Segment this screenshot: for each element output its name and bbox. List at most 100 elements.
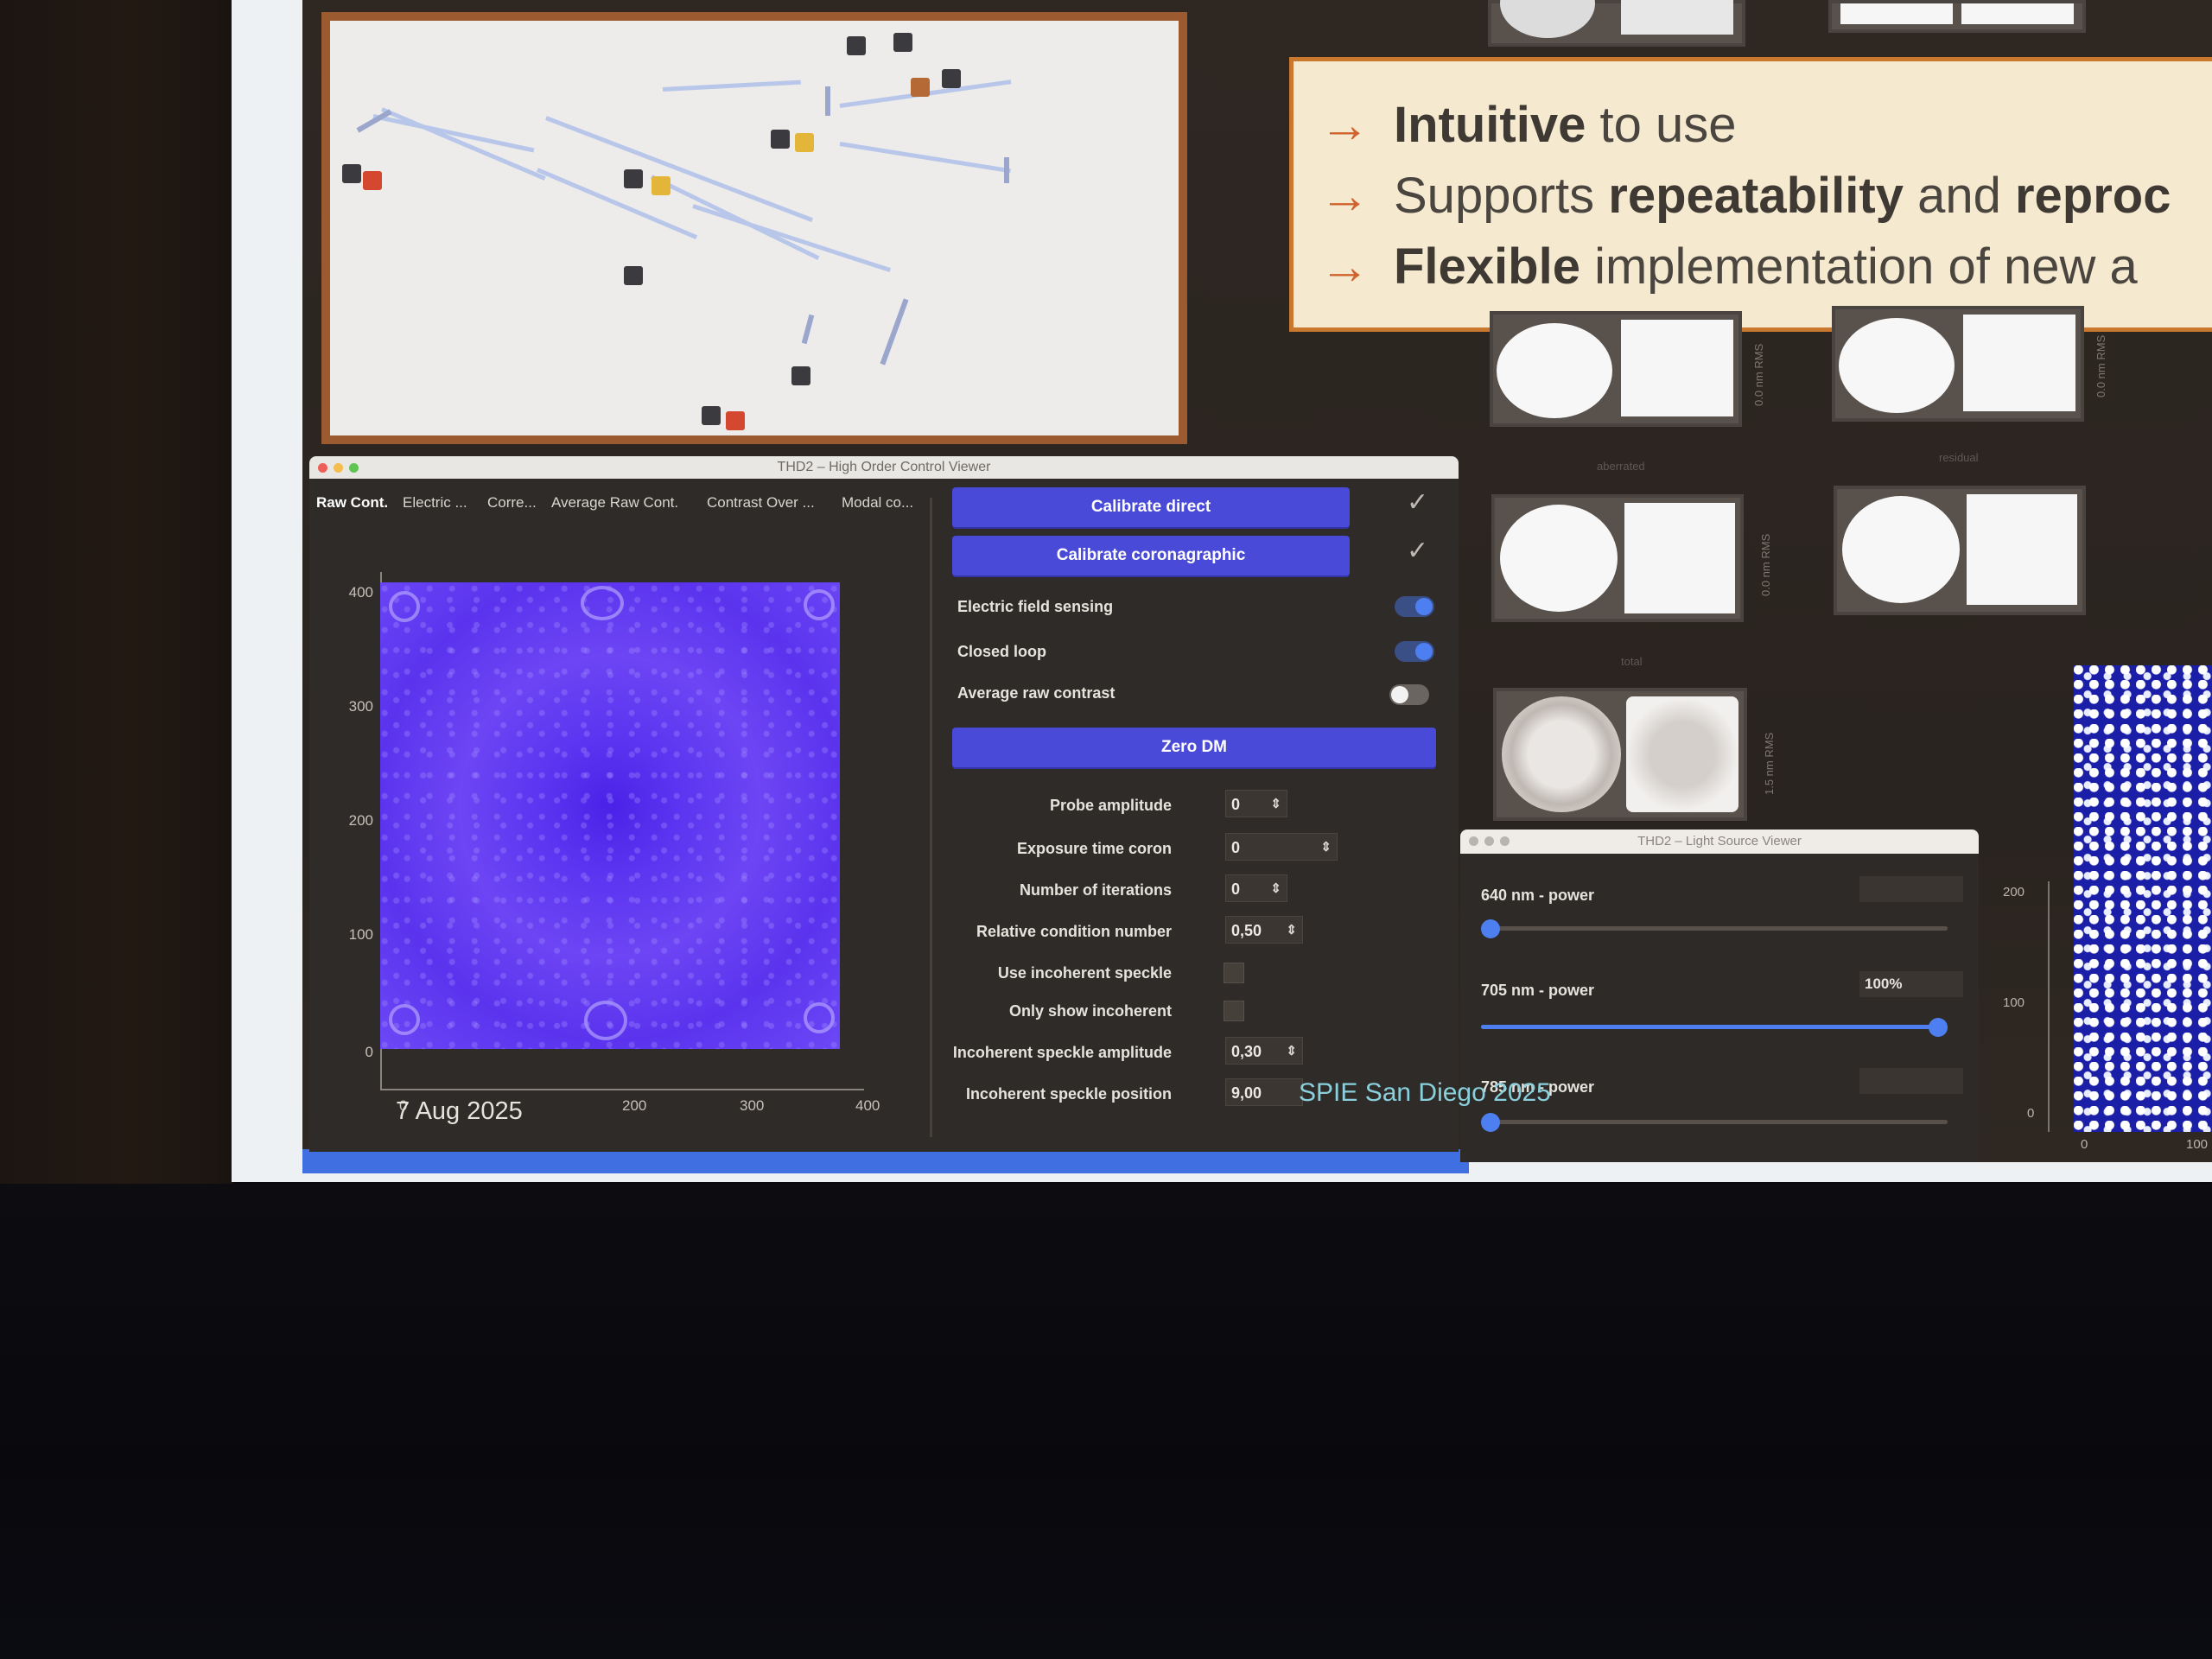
- x-tick-label: 300: [740, 1097, 765, 1114]
- use-incoherent-speckle-checkbox[interactable]: [1224, 963, 1244, 983]
- incoherent-speckle-amplitude-input[interactable]: 0,30 ⇕: [1225, 1037, 1303, 1065]
- param-label: Exposure time coron: [1016, 840, 1172, 857]
- rms-label: 1.5 nm RMS: [1763, 732, 1776, 795]
- high-order-control-viewer: THD2 – High Order Control Viewer Raw Con…: [309, 456, 1459, 1152]
- probe-amplitude-input[interactable]: 0 ⇕: [1225, 790, 1287, 817]
- y-tick-label: 300: [348, 698, 373, 715]
- thumbnail-pair: [1491, 494, 1744, 622]
- tab-modal-coefficients[interactable]: Modal co...: [842, 494, 913, 512]
- right-ytick: 200: [2003, 885, 2025, 899]
- slider-handle[interactable]: [1481, 1113, 1500, 1132]
- phase-image: [1961, 3, 2074, 24]
- bullet-intuitive: → Intuitive to use: [1319, 97, 1737, 153]
- phase-image: [1621, 320, 1733, 416]
- section-label: total: [1621, 655, 1643, 668]
- pupil-image: [1839, 318, 1955, 413]
- conference-watermark: SPIE San Diego 2025: [1299, 1078, 1551, 1107]
- power-value-box[interactable]: [1859, 876, 1963, 902]
- tab-contrast-over-time[interactable]: Contrast Over ...: [707, 494, 815, 512]
- electric-field-sensing-toggle[interactable]: [1395, 596, 1434, 617]
- checkbox-label: Use incoherent speckle: [997, 964, 1172, 982]
- component-block: [942, 69, 961, 88]
- pupil-image: [1500, 505, 1618, 612]
- exposure-time-coron-input[interactable]: 0 ⇕: [1225, 833, 1338, 861]
- satellite-spot: [581, 586, 624, 620]
- rms-label: 0.0 nm RMS: [2094, 334, 2107, 397]
- contrast-image[interactable]: [380, 582, 840, 1049]
- rms-label: 0.0 nm RMS: [1759, 533, 1772, 596]
- power-label: 640 nm - power: [1481, 887, 1595, 904]
- room-floor: [0, 1184, 2212, 1659]
- pupil-image: [1840, 3, 1953, 24]
- y-tick-label: 0: [365, 1044, 373, 1060]
- y-tick-label: 200: [348, 812, 373, 829]
- deformable-mirror: [911, 78, 930, 97]
- zero-dm-button[interactable]: Zero DM: [952, 728, 1436, 767]
- power-slider-705[interactable]: [1481, 1018, 1948, 1037]
- component-block: [702, 406, 721, 425]
- slide-date: 7 Aug 2025: [396, 1097, 523, 1125]
- toggle-label: Closed loop: [957, 643, 1046, 660]
- tab-average-raw-contrast[interactable]: Average Raw Cont.: [551, 494, 678, 512]
- number-of-iterations-input[interactable]: 0 ⇕: [1225, 874, 1287, 902]
- pupil-image: [1497, 323, 1612, 418]
- mirror: [801, 314, 815, 345]
- window-titlebar[interactable]: THD2 – High Order Control Viewer: [309, 456, 1459, 479]
- y-tick-label: 400: [348, 584, 373, 601]
- phase-image: [1626, 696, 1738, 812]
- right-plot-axis: [2048, 881, 2050, 1132]
- section-label: residual: [1939, 451, 1979, 464]
- calibrate-direct-button[interactable]: Calibrate direct: [952, 487, 1350, 527]
- check-icon: ✓: [1407, 537, 1429, 565]
- relative-condition-number-input[interactable]: 0,50 ⇕: [1225, 916, 1303, 944]
- bullet-flexible: → Flexible implementation of new a: [1319, 238, 2138, 295]
- beam-path: [662, 79, 801, 92]
- plot-x-axis: [380, 1089, 864, 1090]
- checkbox-label: Only show incoherent: [1008, 1002, 1172, 1020]
- power-slider-640[interactable]: [1481, 919, 1948, 938]
- component-block: [624, 266, 643, 285]
- window-title: THD2 – High Order Control Viewer: [777, 460, 991, 474]
- tab-correction[interactable]: Corre...: [487, 494, 537, 512]
- param-label: Incoherent speckle amplitude: [952, 1044, 1172, 1061]
- beam-path: [537, 168, 698, 239]
- arrow-icon: →: [1319, 97, 1370, 153]
- calibrate-coronagraphic-button[interactable]: Calibrate coronagraphic: [952, 536, 1350, 575]
- slider-handle[interactable]: [1929, 1018, 1948, 1037]
- check-icon: ✓: [1407, 488, 1429, 517]
- power-value-box[interactable]: 100%: [1859, 971, 1963, 997]
- mirror: [880, 298, 909, 365]
- tab-electric-field[interactable]: Electric ...: [403, 494, 467, 512]
- average-raw-contrast-toggle[interactable]: [1389, 684, 1429, 705]
- window-titlebar[interactable]: THD2 – Light Source Viewer: [1460, 830, 1979, 854]
- only-show-incoherent-checkbox[interactable]: [1224, 1001, 1244, 1021]
- power-value-box[interactable]: [1859, 1068, 1963, 1094]
- beam-path: [839, 142, 1011, 174]
- thumbnail-pair: [1828, 0, 2086, 33]
- spin-arrows-icon: ⇕: [1270, 881, 1281, 896]
- slider-handle[interactable]: [1481, 919, 1500, 938]
- component-block: [624, 169, 643, 188]
- incoherent-speckle-position-input[interactable]: 9,00: [1225, 1078, 1303, 1106]
- power-slider-785[interactable]: [1481, 1113, 1948, 1132]
- bullet-repeatability: → Supports repeatability and reproc: [1319, 168, 2171, 224]
- tab-raw-contrast[interactable]: Raw Cont.: [316, 494, 388, 512]
- light-source-viewer: THD2 – Light Source Viewer 640 nm - powe…: [1460, 830, 1979, 1162]
- satellite-spot: [584, 1001, 627, 1040]
- spin-arrows-icon: ⇕: [1286, 923, 1297, 938]
- pupil-image: [1842, 496, 1960, 603]
- right-xtick: 0: [2081, 1137, 2088, 1152]
- param-label: Incoherent speckle position: [965, 1085, 1172, 1103]
- phase-image: [1621, 0, 1733, 35]
- param-label: Probe amplitude: [1049, 797, 1172, 814]
- closed-loop-toggle[interactable]: [1395, 641, 1434, 662]
- component-block: [342, 164, 361, 183]
- thumbnail-pair: [1493, 688, 1747, 821]
- beam-splitter: [652, 176, 671, 195]
- thumbnail-pair: [1488, 0, 1745, 47]
- laser-source: [726, 411, 745, 430]
- optical-layout-panel: [321, 12, 1187, 444]
- phase-image: [1624, 503, 1735, 613]
- spin-arrows-icon: ⇕: [1286, 1044, 1297, 1058]
- thumbnail-pair: [1490, 311, 1742, 427]
